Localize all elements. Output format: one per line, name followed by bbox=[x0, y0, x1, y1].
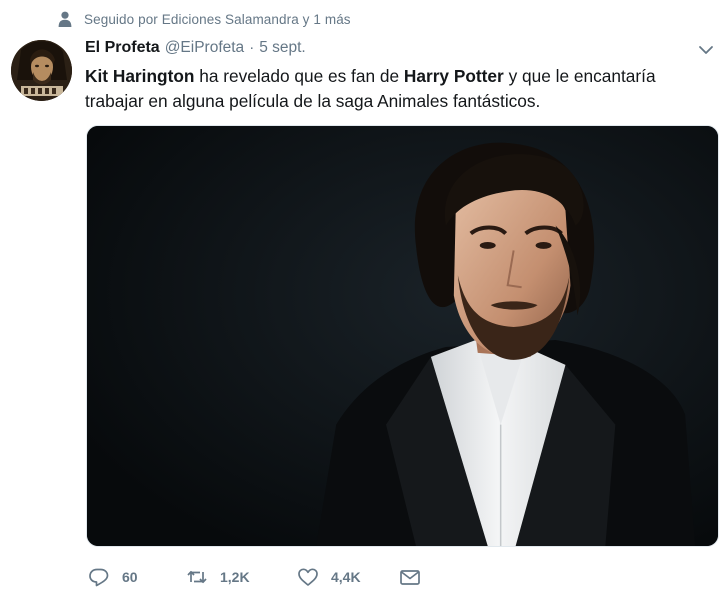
social-context: Seguido por Ediciones Salamandra y 1 más bbox=[58, 10, 351, 28]
tweet-header: El Profeta @EiProfeta · 5 sept. bbox=[85, 39, 718, 61]
social-context-text[interactable]: Seguido por Ediciones Salamandra y 1 más bbox=[84, 12, 351, 27]
text-bold-name: Kit Harington bbox=[85, 66, 195, 86]
heart-icon bbox=[297, 567, 319, 587]
like-button[interactable]: 4,4K bbox=[297, 567, 399, 587]
tweet-date[interactable]: 5 sept. bbox=[259, 39, 306, 57]
reply-count: 60 bbox=[122, 569, 138, 585]
tweet-photo[interactable] bbox=[86, 125, 719, 547]
text-bold-title: Harry Potter bbox=[403, 66, 504, 86]
retweet-icon bbox=[186, 567, 208, 587]
text-segment: ha revelado que es fan de bbox=[194, 66, 404, 86]
reply-button[interactable]: 60 bbox=[88, 567, 186, 587]
person-icon bbox=[58, 11, 72, 27]
chevron-down-icon[interactable] bbox=[698, 43, 714, 55]
avatar[interactable] bbox=[11, 40, 72, 101]
like-count: 4,4K bbox=[331, 569, 361, 585]
separator-dot: · bbox=[249, 39, 255, 56]
retweet-button[interactable]: 1,2K bbox=[186, 567, 297, 587]
author-name[interactable]: El Profeta bbox=[85, 39, 160, 57]
tweet-card[interactable]: Seguido por Ediciones Salamandra y 1 más… bbox=[0, 0, 728, 596]
reply-icon bbox=[88, 567, 110, 587]
tweet-text: Kit Harington ha revelado que es fan de … bbox=[85, 64, 705, 114]
tweet-actions: 60 1,2K 4,4K bbox=[88, 562, 429, 592]
retweet-count: 1,2K bbox=[220, 569, 250, 585]
envelope-icon bbox=[399, 567, 421, 587]
author-handle[interactable]: @EiProfeta bbox=[165, 39, 245, 57]
direct-message-button[interactable] bbox=[399, 567, 429, 587]
